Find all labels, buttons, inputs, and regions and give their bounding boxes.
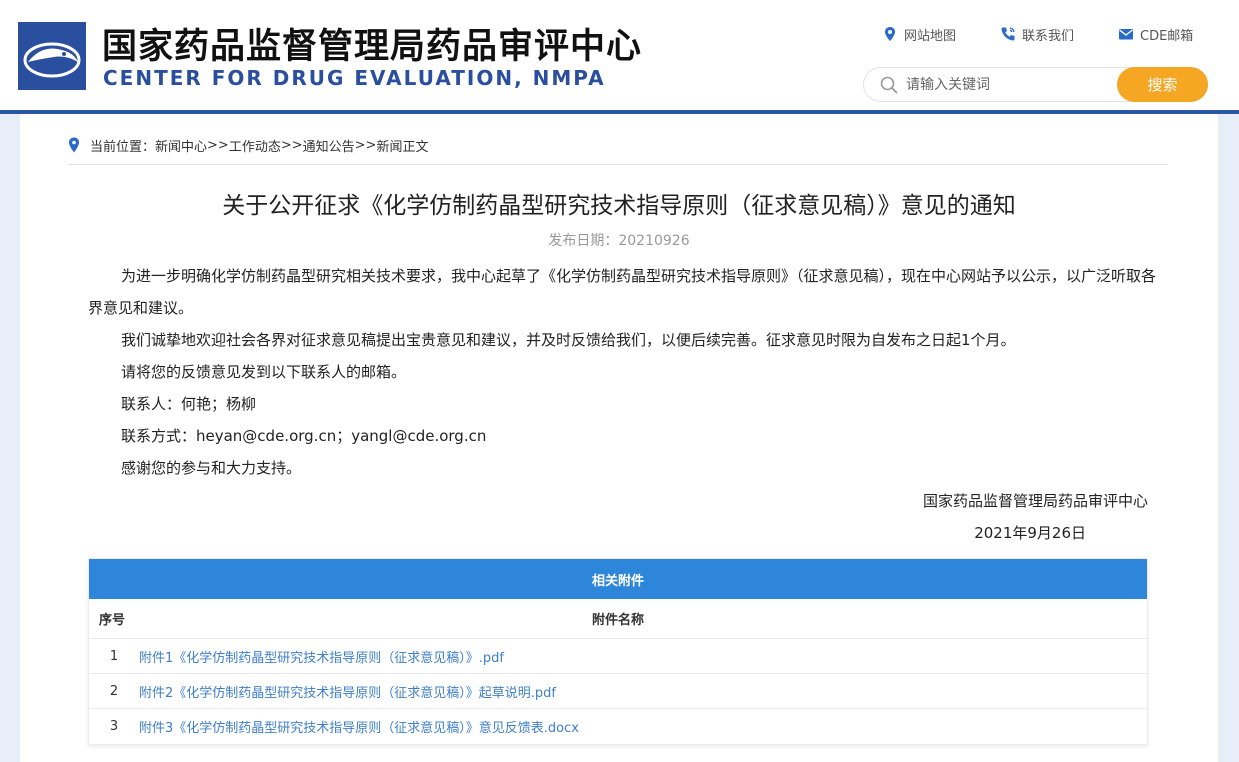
search-box: 搜索 xyxy=(863,67,1208,102)
article-paragraph: 我们诚挚地欢迎社会各界对征求意见稿提出宝贵意见和建议，并及时反馈给我们，以便后续… xyxy=(121,331,1016,349)
location-pin-icon xyxy=(69,137,79,153)
article-paragraph: 感谢您的参与和大力支持。 xyxy=(121,459,302,477)
signature-date: 2021年9月26日 xyxy=(974,524,1086,542)
contact-us-link[interactable]: 联系我们 xyxy=(1000,24,1074,44)
breadcrumb-separator: >> xyxy=(207,137,229,153)
search-button[interactable]: 搜索 xyxy=(1117,67,1208,102)
column-header-name: 附件名称 xyxy=(591,613,644,628)
contact-persons: 联系人：何艳；杨柳 xyxy=(121,395,257,413)
mail-icon xyxy=(1119,29,1133,40)
article-title: 关于公开征求《化学仿制药晶型研究技术指导原则（征求意见稿）》意见的通知 xyxy=(222,193,1016,219)
row-number: 3 xyxy=(109,719,119,734)
breadcrumb: 当前位置： 新闻中心 >> 工作动态 >> 通知公告 >> 新闻正文 xyxy=(68,134,1168,156)
breadcrumb-prefix: 当前位置： xyxy=(90,139,156,155)
table-row: 2 附件2《化学仿制药晶型研究技术指导原则（征求意见稿）》起草说明.pdf xyxy=(89,674,1147,709)
sitemap-link[interactable]: 网站地图 xyxy=(882,24,956,44)
cde-mail-link[interactable]: CDE邮箱 xyxy=(1118,24,1193,44)
logo-emblem-icon xyxy=(18,22,86,90)
search-input[interactable] xyxy=(906,73,1106,97)
column-header-no: 序号 xyxy=(99,613,126,628)
breadcrumb-current: 新闻正文 xyxy=(376,139,429,155)
table-row: 3 附件3《化学仿制药晶型研究技术指导原则（征求意见稿）》意见反馈表.docx xyxy=(89,709,1147,744)
breadcrumb-work-news[interactable]: 工作动态 xyxy=(229,136,281,155)
attachment-link[interactable]: 附件2《化学仿制药晶型研究技术指导原则（征求意见稿）》起草说明.pdf xyxy=(139,686,556,701)
attachments-heading: 相关附件 xyxy=(89,559,1147,599)
contact-us-label: 联系我们 xyxy=(1022,28,1075,44)
search-icon xyxy=(880,76,898,94)
article-card: 当前位置： 新闻中心 >> 工作动态 >> 通知公告 >> 新闻正文 关于公开征… xyxy=(20,114,1218,762)
sitemap-label: 网站地图 xyxy=(904,28,957,44)
article-paragraph: 请将您的反馈意见发到以下联系人的邮箱。 xyxy=(121,363,407,381)
attachments-table: 相关附件 序号 附件名称 1 附件1《化学仿制药晶型研究技术指导原则（征求意见稿… xyxy=(88,558,1148,745)
site-title-cn: 国家药品监督管理局药品审评中心 xyxy=(102,27,643,67)
attachments-column-header: 序号 附件名称 xyxy=(89,599,1147,639)
breadcrumb-divider xyxy=(68,164,1168,165)
attachment-link[interactable]: 附件3《化学仿制药晶型研究技术指导原则（征求意见稿）》意见反馈表.docx xyxy=(139,721,579,736)
row-number: 2 xyxy=(109,683,119,699)
row-number: 1 xyxy=(109,648,119,664)
site-title-en: CENTER FOR DRUG EVALUATION, NMPA xyxy=(103,66,606,90)
cde-mail-label: CDE邮箱 xyxy=(1140,28,1194,44)
publish-date: 发布日期：20210926 xyxy=(548,233,690,249)
contact-emails: 联系方式：heyan@cde.org.cn；yangl@cde.org.cn xyxy=(121,427,487,445)
breadcrumb-notices[interactable]: 通知公告 xyxy=(303,136,355,155)
attachment-link[interactable]: 附件1《化学仿制药晶型研究技术指导原则（征求意见稿）》.pdf xyxy=(139,651,504,666)
site-header: 国家药品监督管理局药品审评中心 CENTER FOR DRUG EVALUATI… xyxy=(0,0,1239,110)
cde-logo[interactable] xyxy=(18,22,86,90)
phone-icon xyxy=(1001,27,1015,41)
table-row: 1 附件1《化学仿制药晶型研究技术指导原则（征求意见稿）》.pdf xyxy=(89,639,1147,674)
article-paragraph: 为进一步明确化学仿制药晶型研究相关技术要求，我中心起草了《化学仿制药晶型研究技术… xyxy=(88,267,1157,317)
breadcrumb-separator: >> xyxy=(354,137,377,153)
breadcrumb-news-center[interactable]: 新闻中心 xyxy=(155,136,207,155)
signature-org: 国家药品监督管理局药品审评中心 xyxy=(922,492,1148,510)
map-pin-icon xyxy=(885,27,895,41)
breadcrumb-separator: >> xyxy=(280,137,303,153)
